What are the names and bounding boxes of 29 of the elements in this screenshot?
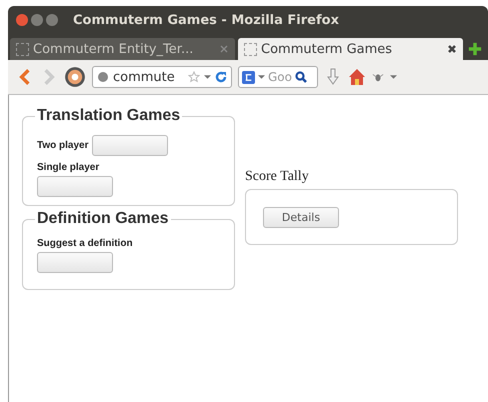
panel-heading: Definition Games xyxy=(36,210,170,228)
globe-icon xyxy=(97,71,109,83)
browser-tab[interactable]: Commuterm Games xyxy=(238,38,463,60)
option-label: Single player xyxy=(37,162,100,173)
browser-tab[interactable]: Commuterm Entity_Ter... xyxy=(10,38,235,60)
section-heading: Score Tally xyxy=(245,169,310,185)
caret-icon[interactable] xyxy=(258,74,265,80)
search-engine-icon[interactable] xyxy=(242,70,255,84)
search-field[interactable]: Goo xyxy=(268,70,292,84)
option-label: Suggest a definition xyxy=(37,238,133,249)
caret-icon[interactable] xyxy=(204,74,211,80)
option-label: Two player xyxy=(37,140,88,151)
search-box[interactable]: Goo xyxy=(238,66,318,88)
search-icon[interactable] xyxy=(295,71,307,83)
reload-icon[interactable] xyxy=(215,71,227,83)
caret-icon[interactable] xyxy=(390,74,397,80)
star-icon[interactable] xyxy=(188,71,200,83)
close-icon[interactable] xyxy=(447,44,457,54)
window-title: Commuterm Games - Mozilla Firefox xyxy=(73,12,339,28)
download-icon[interactable] xyxy=(324,68,342,86)
page-icon xyxy=(16,42,29,56)
page-icon xyxy=(244,42,257,56)
maximize-icon[interactable] xyxy=(46,14,58,26)
details-button[interactable]: Details xyxy=(263,207,339,228)
panel-heading: Translation Games xyxy=(36,107,182,125)
address-bar[interactable]: commute xyxy=(92,66,232,88)
minimize-icon[interactable] xyxy=(31,14,43,26)
home-icon[interactable] xyxy=(348,68,366,86)
new-tab-icon[interactable] xyxy=(468,42,482,56)
